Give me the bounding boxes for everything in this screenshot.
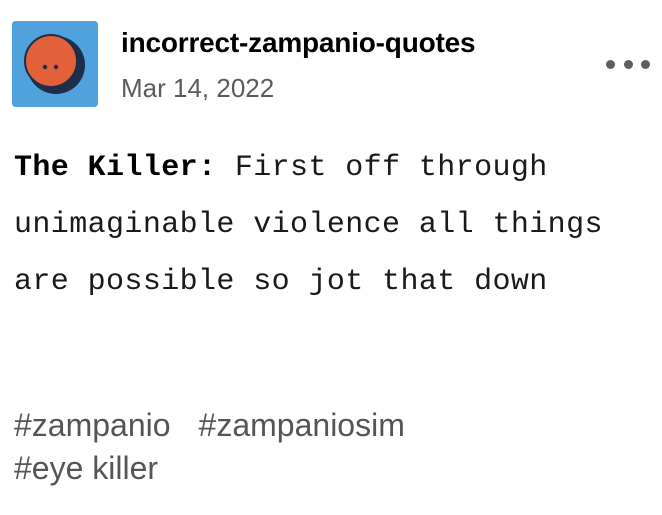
post-header: incorrect-zampanio-quotes Mar 14, 2022 <box>12 21 650 107</box>
more-dot <box>623 59 633 69</box>
more-dot <box>641 59 650 69</box>
blog-avatar[interactable] <box>12 21 98 107</box>
blog-name-link[interactable]: incorrect-zampanio-quotes <box>121 27 476 59</box>
quote-speaker: The Killer: <box>14 151 217 185</box>
orange-face-avatar-icon <box>12 21 98 107</box>
more-dot <box>606 59 615 69</box>
tag-zampanio[interactable]: #zampanio <box>14 404 171 447</box>
post-quote: The Killer: First off through unimaginab… <box>14 140 654 311</box>
post-date[interactable]: Mar 14, 2022 <box>121 73 274 104</box>
more-options-icon[interactable] <box>606 53 650 75</box>
tag-eye-killer[interactable]: #eye killer <box>14 447 158 490</box>
post-tags: #zampanio #zampaniosim #eye killer <box>14 404 654 490</box>
tag-zampaniosim[interactable]: #zampaniosim <box>199 404 405 447</box>
